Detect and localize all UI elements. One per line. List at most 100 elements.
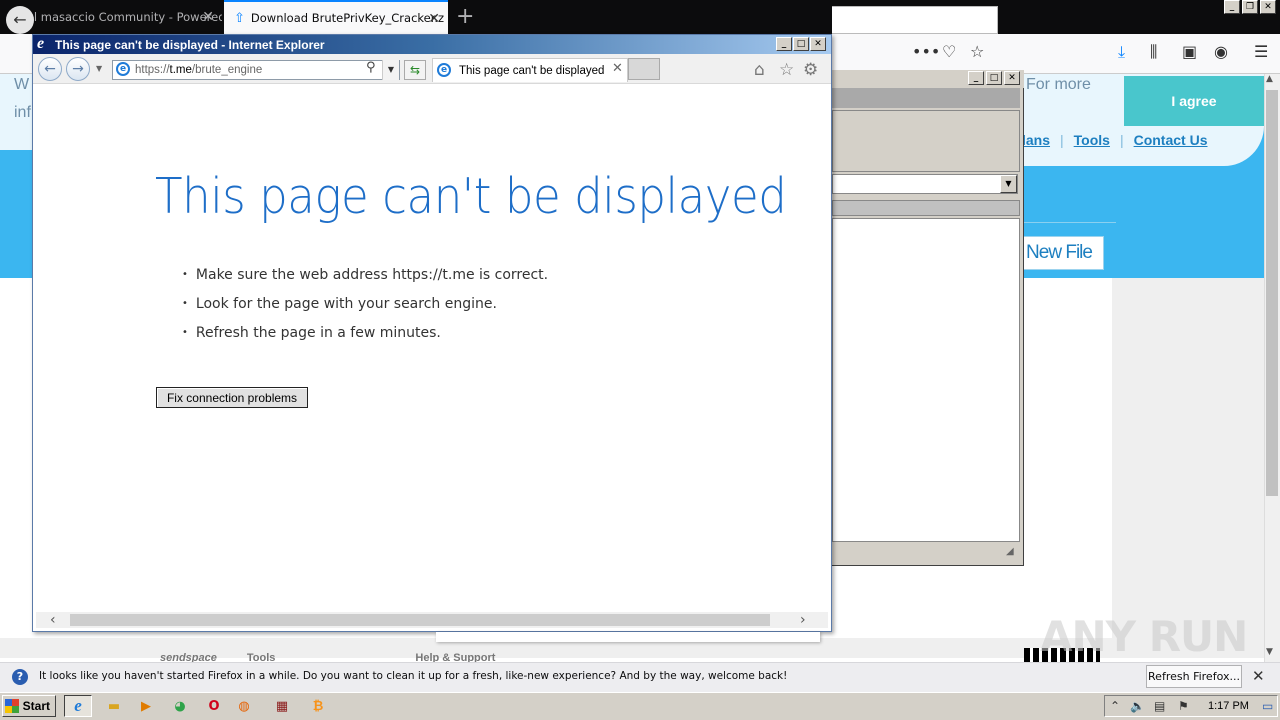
scroll-right-arrow-icon[interactable]: › (800, 612, 806, 628)
taskbar-ie-icon[interactable]: e (64, 695, 92, 717)
address-scheme: https:// (135, 64, 170, 76)
site-nav: lans | Tools | Contact Us (1022, 132, 1208, 148)
taskbar-chrome-icon[interactable]: ◕ (166, 695, 194, 717)
address-path: /brute_engine (191, 64, 263, 76)
network-icon[interactable]: ▤ (1154, 699, 1165, 713)
site-cookie-text: For more (1026, 76, 1091, 93)
error-tip: Look for the page with your search engin… (182, 296, 497, 312)
account-icon[interactable]: ◉ (1214, 42, 1228, 61)
favorites-star-icon[interactable]: ☆ (779, 60, 794, 80)
downloads-icon[interactable]: ⤓ (1118, 42, 1125, 62)
show-desktop-icon[interactable]: ▭ (1262, 699, 1273, 713)
site-cookie-text-fragment: W (14, 76, 30, 93)
ie-titlebar[interactable]: This page can't be displayed - Internet … (33, 35, 831, 54)
resize-grip-icon[interactable]: ◢ (1006, 546, 1014, 557)
fix-connection-problems-button[interactable]: Fix connection problems (156, 387, 308, 408)
download-arrow-icon: ⇧ (234, 10, 245, 26)
pocket-icon[interactable]: ♡ (942, 42, 956, 61)
dialog-header-strip (832, 88, 1020, 108)
scroll-down-arrow-icon[interactable]: ▼ (1266, 647, 1273, 657)
ie-logo-icon: e (37, 35, 45, 52)
taskbar-bitcoin-icon[interactable]: ₿ (304, 695, 332, 717)
close-icon[interactable]: ✕ (1260, 0, 1276, 14)
action-center-flag-icon[interactable]: ⚑ (1178, 699, 1189, 713)
close-icon[interactable]: ✕ (202, 9, 214, 25)
maximize-icon[interactable]: □ (986, 71, 1002, 85)
question-icon: ? (12, 669, 28, 685)
bookmark-star-icon[interactable]: ☆ (970, 42, 984, 61)
menu-hamburger-icon[interactable]: ☰ (1254, 42, 1268, 61)
scrollbar-thumb[interactable] (1266, 90, 1278, 496)
close-icon[interactable]: ✕ (428, 11, 440, 27)
tab-label: hotel masaccio Community - Powered b (8, 10, 222, 24)
refresh-icon[interactable]: ⇆ (404, 60, 426, 80)
nav-link-contact-us[interactable]: Contact Us (1134, 132, 1208, 148)
anyrun-watermark: ANY RUN (1040, 612, 1248, 661)
error-tip: Refresh the page in a few minutes. (182, 325, 441, 341)
tray-expand-icon[interactable]: ⌃ (1110, 699, 1120, 713)
ie-page-icon: e (116, 62, 130, 76)
tab-label: This page can't be displayed (459, 64, 605, 77)
library-icon[interactable]: ⫼ (1150, 42, 1157, 62)
ie-tab-active[interactable]: This page can't be displayed (432, 58, 628, 82)
refresh-firefox-button[interactable]: Refresh Firefox... (1146, 665, 1242, 688)
notification-text: It looks like you haven't started Firefo… (39, 670, 788, 682)
ie-address-bar[interactable]: https://t.me/brute_engine (112, 60, 400, 80)
address-dropdown-icon[interactable]: ▼ (382, 60, 399, 80)
dialog-combobox[interactable] (832, 174, 1018, 194)
search-icon[interactable]: ⚲ (366, 60, 376, 75)
i-agree-button[interactable]: I agree (1124, 76, 1264, 126)
back-arrow-icon[interactable]: ← (6, 6, 34, 34)
windows-logo-icon (5, 699, 19, 713)
taskbar-clock[interactable]: 1:17 PM (1208, 700, 1249, 712)
sidebar-icon[interactable]: ▣ (1182, 42, 1197, 61)
error-tip: Make sure the web address https://t.me i… (182, 267, 548, 283)
scroll-up-arrow-icon[interactable]: ▲ (1266, 74, 1273, 84)
close-icon[interactable]: ✕ (1004, 71, 1020, 85)
taskbar-opera-icon[interactable]: O (200, 695, 228, 717)
taskbar-explorer-folder-icon[interactable]: ▬ (100, 695, 128, 717)
scrollbar-thumb[interactable] (70, 614, 770, 626)
home-icon[interactable]: ⌂ (754, 60, 765, 80)
window-shadow-edge (436, 632, 820, 642)
ie-new-tab-button[interactable] (628, 58, 660, 80)
taskbar-media-player-icon[interactable]: ▶ (132, 695, 160, 717)
close-icon[interactable]: ✕ (810, 37, 826, 51)
history-dropdown-icon[interactable]: ▼ (96, 64, 102, 73)
dialog-column-header (832, 200, 1020, 216)
ie-page-content (33, 84, 831, 612)
nav-separator: | (1119, 132, 1124, 148)
ie-page-icon: e (437, 63, 451, 77)
dialog-panel (832, 110, 1020, 172)
minimize-icon[interactable]: _ (1224, 0, 1240, 14)
address-host: t.me (169, 64, 192, 76)
back-arrow-icon[interactable]: ← (38, 57, 62, 81)
maximize-icon[interactable]: □ (793, 37, 809, 51)
nav-separator: | (1060, 132, 1064, 148)
new-tab-plus-icon[interactable]: + (456, 4, 474, 29)
firefox-tab-download[interactable]: ⇧ Download BrutePrivKey_Cracker.z ✕ (224, 0, 448, 34)
dropdown-arrow-icon[interactable]: ▼ (1000, 175, 1017, 193)
close-tab-icon[interactable]: ✕ (612, 61, 623, 76)
nav-link-plans[interactable]: lans (1022, 132, 1050, 148)
close-icon[interactable]: ✕ (1252, 667, 1265, 685)
gear-icon[interactable]: ⚙ (803, 60, 818, 80)
forward-arrow-icon[interactable]: → (66, 57, 90, 81)
restore-icon[interactable]: ❐ (1242, 0, 1258, 14)
error-heading: This page can't be displayed (155, 168, 787, 225)
new-file-button[interactable]: New File (1014, 236, 1104, 270)
volume-icon[interactable]: 🔈 (1130, 699, 1145, 713)
taskbar-firefox-icon[interactable]: ◍ (230, 695, 258, 717)
firefox-window-controls: _ ❐ ✕ (1224, 0, 1276, 14)
scroll-left-arrow-icon[interactable]: ‹ (50, 612, 56, 628)
page-actions-icon[interactable]: ••• (912, 42, 940, 61)
taskbar-winrar-icon[interactable]: ▦ (268, 695, 296, 717)
tab-label: Download BrutePrivKey_Cracker.z (250, 11, 445, 25)
dialog-window-controls: _ □ ✕ (968, 71, 1020, 85)
minimize-icon[interactable]: _ (776, 37, 792, 51)
ie-window-controls: _ □ ✕ (776, 37, 826, 51)
dialog-list-area[interactable] (832, 218, 1020, 542)
nav-link-tools[interactable]: Tools (1074, 132, 1110, 148)
firefox-url-bar[interactable] (832, 6, 998, 34)
minimize-icon[interactable]: _ (968, 71, 984, 85)
